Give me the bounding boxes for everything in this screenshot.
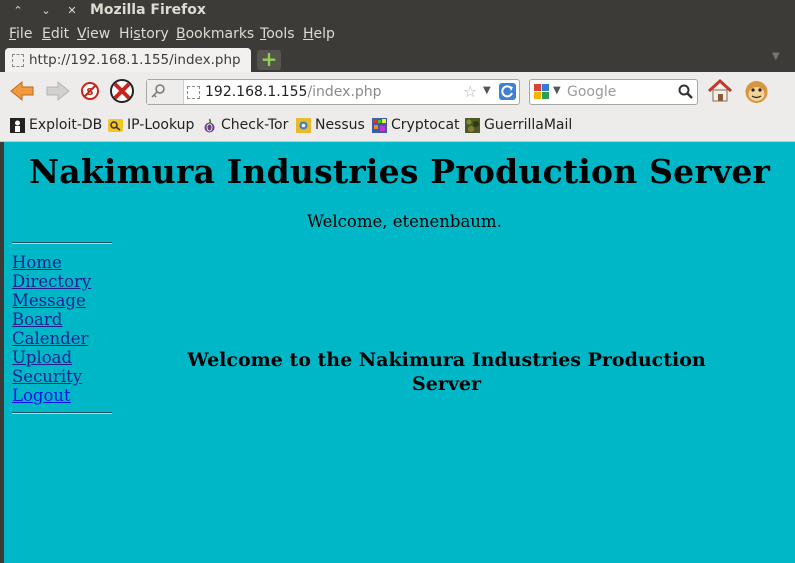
cryptocat-icon xyxy=(372,118,387,133)
nessus-icon xyxy=(296,118,311,133)
search-bar[interactable]: ▼ Google xyxy=(529,79,698,105)
page-content: Nakimura Industries Production Server We… xyxy=(4,142,795,563)
search-input[interactable]: Google xyxy=(567,84,616,100)
page-favicon-icon xyxy=(12,54,24,67)
search-magnifier-icon[interactable] xyxy=(678,84,694,100)
url-text[interactable]: 192.168.1.155/index.php xyxy=(205,84,382,100)
nav-link-calender[interactable]: Calender xyxy=(12,329,88,348)
home-icon[interactable] xyxy=(707,78,733,104)
key-icon xyxy=(151,84,165,98)
nav-link-board[interactable]: Board xyxy=(12,310,62,329)
firefox-window: ⌃ ⌄ ✕ Mozilla Firefox File Edit View His… xyxy=(0,0,795,563)
nav-link-home[interactable]: Home xyxy=(12,253,62,272)
tab-index-php[interactable]: http://192.168.1.155/index.php xyxy=(5,48,251,72)
back-arrow-icon[interactable] xyxy=(9,80,35,102)
exploit-db-icon xyxy=(10,118,25,133)
nav-bottom-divider xyxy=(12,412,112,414)
tor-onion-icon xyxy=(204,118,215,133)
engine-dropdown-icon[interactable]: ▼ xyxy=(553,85,561,96)
bookmarks-toolbar: Exploit-DB IP-Lookup Check-Tor Nessus Cr… xyxy=(0,110,795,142)
disconnect-x-icon[interactable] xyxy=(109,78,135,104)
nav-link-message[interactable]: Message xyxy=(12,291,86,310)
page-title: Nakimura Industries Production Server xyxy=(28,152,771,191)
menu-history[interactable]: History xyxy=(119,26,169,42)
menu-bar: File Edit View History Bookmarks Tools H… xyxy=(0,22,795,46)
forward-arrow-icon[interactable] xyxy=(45,80,71,102)
tab-list-chevron-icon[interactable]: ▼ xyxy=(772,51,780,62)
welcome-user-text: Welcome, etenenbaum. xyxy=(307,212,502,231)
google-engine-icon[interactable] xyxy=(534,84,550,100)
nav-link-security[interactable]: Security xyxy=(12,367,82,386)
url-bar[interactable]: 192.168.1.155/index.php ☆ ▼ xyxy=(146,79,520,105)
main-welcome-message: Welcome to the Nakimura Industries Produ… xyxy=(187,349,706,395)
history-dropdown-icon[interactable]: ▼ xyxy=(483,85,491,96)
nav-link-upload[interactable]: Upload xyxy=(12,348,72,367)
navigation-toolbar: S 192.168.1.155/index.php ☆ ▼ ▼ Google xyxy=(0,72,795,111)
menu-view[interactable]: View xyxy=(77,26,110,42)
close-icon[interactable]: ✕ xyxy=(64,3,80,19)
nav-link-logout[interactable]: Logout xyxy=(12,386,71,405)
menu-help[interactable]: Help xyxy=(303,26,335,42)
greasemonkey-icon[interactable] xyxy=(743,78,770,105)
new-tab-button[interactable]: + xyxy=(257,49,281,70)
bookmark-star-icon[interactable]: ☆ xyxy=(463,82,477,101)
site-identity-button[interactable] xyxy=(147,80,184,104)
menu-bookmarks[interactable]: Bookmarks xyxy=(176,26,254,42)
noscript-icon[interactable]: S xyxy=(80,81,100,101)
nav-link-directory[interactable]: Directory xyxy=(12,272,91,291)
menu-edit[interactable]: Edit xyxy=(42,26,69,42)
menu-tools[interactable]: Tools xyxy=(260,26,295,42)
tab-title: http://192.168.1.155/index.php xyxy=(29,52,241,68)
tab-strip: http://192.168.1.155/index.php + ▼ xyxy=(0,46,795,72)
guerrillamail-icon xyxy=(465,118,480,133)
title-bar: ⌃ ⌄ ✕ Mozilla Firefox xyxy=(0,0,795,22)
ip-lookup-icon xyxy=(108,119,123,132)
nav-top-divider xyxy=(12,242,112,244)
maximize-icon[interactable]: ⌄ xyxy=(38,3,54,19)
menu-file[interactable]: File xyxy=(9,26,32,42)
page-proxy-favicon-icon xyxy=(187,86,200,99)
minimize-icon[interactable]: ⌃ xyxy=(10,3,26,19)
reload-icon[interactable] xyxy=(499,83,516,100)
window-title: Mozilla Firefox xyxy=(90,2,206,18)
